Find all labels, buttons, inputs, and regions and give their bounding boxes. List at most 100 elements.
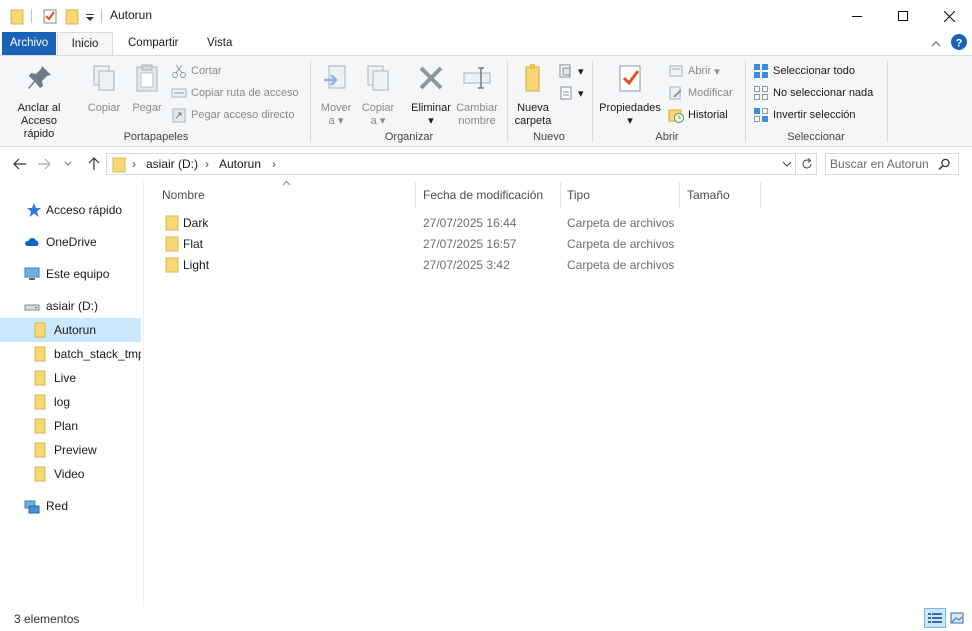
nav-folder-log[interactable]: log bbox=[0, 390, 141, 414]
forward-button[interactable] bbox=[34, 154, 54, 174]
nav-folder-label: log bbox=[54, 395, 71, 409]
column-header-name[interactable]: Nombre bbox=[162, 184, 412, 206]
copy-to-label-line2: a ▾ bbox=[370, 115, 386, 127]
properties-dropdown-icon[interactable]: ▾ bbox=[596, 115, 664, 128]
details-view-button[interactable] bbox=[924, 608, 946, 628]
rename-button[interactable]: Cambiar nombre bbox=[454, 62, 500, 128]
copy-to-label-line1: Copiar bbox=[361, 102, 395, 114]
breadcrumb-autorun[interactable]: Autorun bbox=[219, 157, 261, 171]
cut-button[interactable]: Cortar bbox=[171, 62, 222, 80]
select-all-button[interactable]: Seleccionar todo bbox=[753, 62, 855, 80]
nav-drive[interactable]: asiair (D:) bbox=[0, 294, 141, 318]
table-row[interactable]: Flat 27/07/2025 16:57 Carpeta de archivo… bbox=[160, 234, 680, 255]
large-icons-view-button[interactable] bbox=[946, 608, 968, 628]
paste-icon bbox=[136, 64, 158, 92]
breadcrumb-separator[interactable]: › bbox=[272, 157, 276, 171]
properties-button[interactable]: Propiedades ▾ bbox=[596, 62, 664, 128]
delete-button[interactable]: Eliminar ▾ bbox=[408, 62, 454, 128]
nav-onedrive[interactable]: OneDrive bbox=[0, 230, 141, 254]
column-header-size[interactable]: Tamaño bbox=[687, 184, 757, 206]
column-divider[interactable] bbox=[760, 182, 761, 208]
nav-folder-preview[interactable]: Preview bbox=[0, 438, 141, 462]
properties-icon bbox=[619, 65, 641, 92]
scissors-icon bbox=[172, 64, 186, 78]
divider bbox=[101, 9, 102, 23]
folder-icon bbox=[34, 418, 46, 434]
new-folder-icon bbox=[525, 64, 540, 92]
help-icon[interactable]: ? bbox=[951, 34, 967, 50]
paste-shortcut-button[interactable]: Pegar acceso directo bbox=[171, 106, 294, 124]
collapse-ribbon-chevron-icon[interactable] bbox=[930, 36, 942, 52]
breadcrumb-separator[interactable]: › bbox=[205, 157, 209, 171]
history-button[interactable]: Historial bbox=[668, 106, 728, 124]
folder-icon bbox=[165, 215, 179, 231]
chevron-down-icon[interactable] bbox=[782, 161, 792, 168]
group-select-label: Seleccionar bbox=[787, 131, 845, 143]
recent-locations-button[interactable] bbox=[62, 154, 74, 174]
address-bar[interactable]: › asiair (D:) › Autorun › bbox=[106, 153, 796, 175]
tab-home[interactable]: Inicio bbox=[57, 32, 113, 56]
copy-path-button[interactable]: Copiar ruta de acceso bbox=[171, 84, 299, 102]
column-header-type[interactable]: Tipo bbox=[567, 184, 675, 206]
move-to-button[interactable]: Mover a ▾ bbox=[316, 62, 356, 128]
tab-file[interactable]: Archivo bbox=[2, 32, 56, 55]
minimize-button[interactable] bbox=[834, 0, 880, 32]
copy-to-button[interactable]: Copiar a ▾ bbox=[358, 62, 398, 128]
column-header-date[interactable]: Fecha de modificación bbox=[423, 184, 558, 206]
open-button[interactable]: Abrir ▾ bbox=[668, 62, 720, 80]
file-name: Flat bbox=[183, 237, 204, 251]
group-organize-label: Organizar bbox=[384, 131, 434, 143]
maximize-button[interactable] bbox=[880, 0, 926, 32]
select-none-button[interactable]: No seleccionar nada bbox=[753, 84, 873, 102]
invert-selection-icon bbox=[754, 108, 768, 122]
ribbon: Anclar al Acceso rápido Copiar Pegar Cor… bbox=[0, 55, 972, 147]
properties-check-icon[interactable] bbox=[42, 7, 58, 25]
paste-button[interactable]: Pegar bbox=[128, 62, 166, 115]
group-divider bbox=[310, 60, 311, 142]
new-folder-label-line1: Nueva bbox=[517, 102, 549, 114]
column-divider[interactable] bbox=[560, 182, 561, 208]
table-row[interactable]: Light 27/07/2025 3:42 Carpeta de archivo… bbox=[160, 255, 680, 276]
nav-folder-plan[interactable]: Plan bbox=[0, 414, 141, 438]
customize-toolbar-chevron-icon[interactable] bbox=[85, 7, 95, 25]
tab-view[interactable]: Vista bbox=[197, 32, 242, 55]
easy-access-button[interactable]: ▾ bbox=[558, 84, 584, 102]
new-folder-button[interactable]: Nueva carpeta bbox=[512, 62, 554, 128]
search-input[interactable] bbox=[830, 156, 934, 172]
breadcrumb-separator[interactable]: › bbox=[132, 157, 136, 171]
pin-quick-access-button[interactable]: Anclar al Acceso rápido bbox=[6, 62, 72, 141]
nav-folder-live[interactable]: Live bbox=[0, 366, 141, 390]
nav-this-pc[interactable]: Este equipo bbox=[0, 262, 141, 286]
nav-quick-access-label: Acceso rápido bbox=[46, 203, 123, 217]
column-divider[interactable] bbox=[679, 182, 680, 208]
arrow-right-icon bbox=[38, 158, 51, 170]
ribbon-tabs: Archivo Inicio Compartir Vista ? bbox=[0, 32, 972, 56]
nav-folder-batch-stack-tmp[interactable]: batch_stack_tmp bbox=[0, 342, 141, 366]
table-row[interactable]: Dark 27/07/2025 16:44 Carpeta de archivo… bbox=[160, 213, 680, 234]
pane-divider[interactable] bbox=[143, 180, 144, 606]
nav-network[interactable]: Red bbox=[0, 494, 141, 518]
delete-dropdown-icon[interactable]: ▾ bbox=[408, 115, 454, 128]
tab-share[interactable]: Compartir bbox=[118, 32, 188, 55]
close-icon bbox=[943, 10, 955, 22]
up-button[interactable] bbox=[84, 154, 104, 174]
copy-button[interactable]: Copiar bbox=[84, 62, 124, 115]
back-button[interactable] bbox=[10, 154, 30, 174]
nav-folder-autorun[interactable]: Autorun bbox=[0, 318, 141, 342]
nav-quick-access[interactable]: Acceso rápido bbox=[0, 198, 141, 222]
nav-folder-video[interactable]: Video bbox=[0, 462, 141, 486]
group-divider bbox=[745, 60, 746, 142]
invert-selection-button[interactable]: Invertir selección bbox=[753, 106, 856, 124]
column-divider[interactable] bbox=[415, 182, 416, 208]
nav-drive-label: asiair (D:) bbox=[46, 299, 99, 313]
edit-button[interactable]: Modificar bbox=[668, 84, 733, 102]
search-icon[interactable] bbox=[938, 158, 951, 171]
refresh-button[interactable] bbox=[797, 153, 817, 175]
paste-shortcut-label: Pegar acceso directo bbox=[191, 109, 295, 121]
new-folder-icon[interactable] bbox=[65, 7, 79, 25]
close-button[interactable] bbox=[926, 0, 972, 32]
new-item-button[interactable]: ▾ bbox=[558, 62, 584, 80]
new-item-icon bbox=[559, 64, 571, 78]
breadcrumb-drive[interactable]: asiair (D:) bbox=[146, 157, 198, 171]
drive-icon bbox=[24, 304, 40, 311]
